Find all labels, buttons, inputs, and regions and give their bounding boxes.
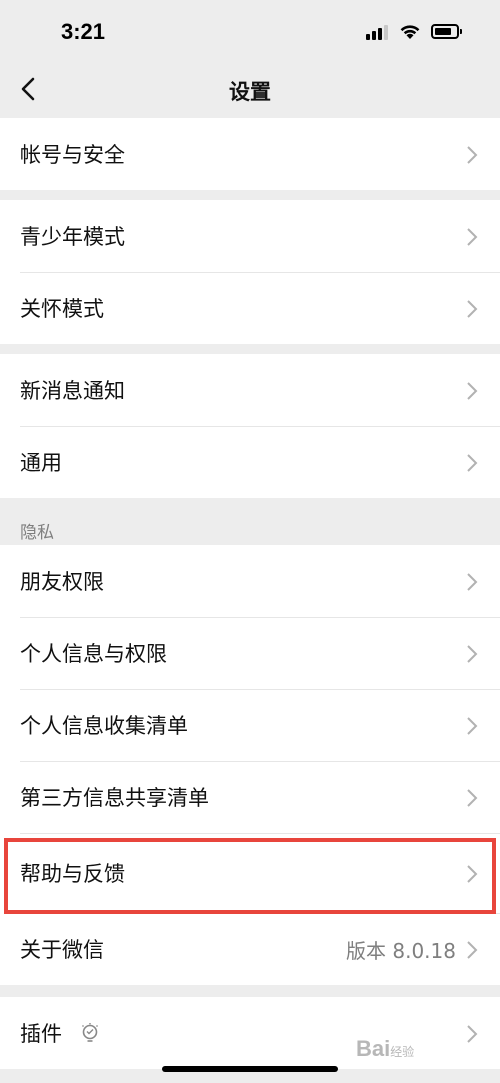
lightbulb-icon [82,1023,98,1042]
row-label: 插件 [20,1022,62,1046]
row-label: 通用 [20,451,62,475]
navigation-bar: 设置 [0,64,500,116]
settings-group-general: 新消息通知 通用 [0,354,500,498]
row-label: 青少年模式 [20,225,125,249]
chevron-right-icon [467,789,478,807]
baidu-watermark: Bai经验 [356,1036,414,1062]
row-label: 朋友权限 [20,570,104,594]
battery-icon [431,24,462,39]
chevron-right-icon [467,717,478,735]
section-header-privacy: 隐私 [20,523,54,543]
chevron-right-icon [467,941,478,959]
chevron-right-icon [467,573,478,591]
settings-group-modes: 青少年模式 关怀模式 [0,200,500,344]
settings-group-plugins: 插件 [0,997,500,1069]
row-label: 关怀模式 [20,297,104,321]
watermark-text: Bai [356,1036,391,1061]
settings-row-about-wechat[interactable]: 关于微信 版本 8.0.18 [0,913,500,985]
settings-row-personal-info-permissions[interactable]: 个人信息与权限 [0,617,500,689]
chevron-right-icon [467,146,478,164]
status-bar: 3:21 [0,0,500,64]
page-title: 设置 [229,80,271,104]
settings-row-help-feedback[interactable]: 帮助与反馈 [0,833,500,913]
chevron-right-icon [467,865,478,883]
version-value: 版本 8.0.18 [346,938,456,963]
chevron-right-icon [467,300,478,318]
settings-row-plugins[interactable]: 插件 [0,997,500,1069]
row-label: 第三方信息共享清单 [20,786,209,810]
watermark-suffix: 经验 [390,1045,415,1059]
row-label: 新消息通知 [20,379,125,403]
settings-row-third-party-sharing[interactable]: 第三方信息共享清单 [0,761,500,833]
home-indicator[interactable] [162,1066,338,1072]
battery-level [435,28,451,35]
cellular-signal-icon [366,24,392,40]
settings-row-friend-permissions[interactable]: 朋友权限 [0,545,500,617]
settings-group-account: 帐号与安全 [0,118,500,190]
row-label: 帐号与安全 [20,143,125,167]
chevron-right-icon [467,382,478,400]
chevron-right-icon [467,645,478,663]
row-label: 关于微信 [20,938,104,962]
chevron-right-icon [467,454,478,472]
chevron-right-icon [467,1025,478,1043]
settings-row-new-message-notification[interactable]: 新消息通知 [0,354,500,426]
settings-row-general[interactable]: 通用 [0,426,500,498]
row-label: 个人信息收集清单 [20,714,188,738]
settings-row-account-security[interactable]: 帐号与安全 [0,118,500,190]
row-label: 个人信息与权限 [20,642,167,666]
status-time: 3:21 [61,19,106,44]
settings-screen: 3:21 设置 帐号与安全 青少年模式 关怀模式 新消息通知 通用 隐私 朋友权… [0,0,500,1083]
settings-row-care-mode[interactable]: 关怀模式 [0,272,500,344]
settings-row-personal-info-collection[interactable]: 个人信息收集清单 [0,689,500,761]
chevron-right-icon [467,228,478,246]
row-label: 帮助与反馈 [20,862,125,886]
settings-row-youth-mode[interactable]: 青少年模式 [0,200,500,272]
wifi-icon [400,25,420,39]
settings-group-privacy: 朋友权限 个人信息与权限 个人信息收集清单 第三方信息共享清单 帮助与反馈 关于… [0,545,500,985]
